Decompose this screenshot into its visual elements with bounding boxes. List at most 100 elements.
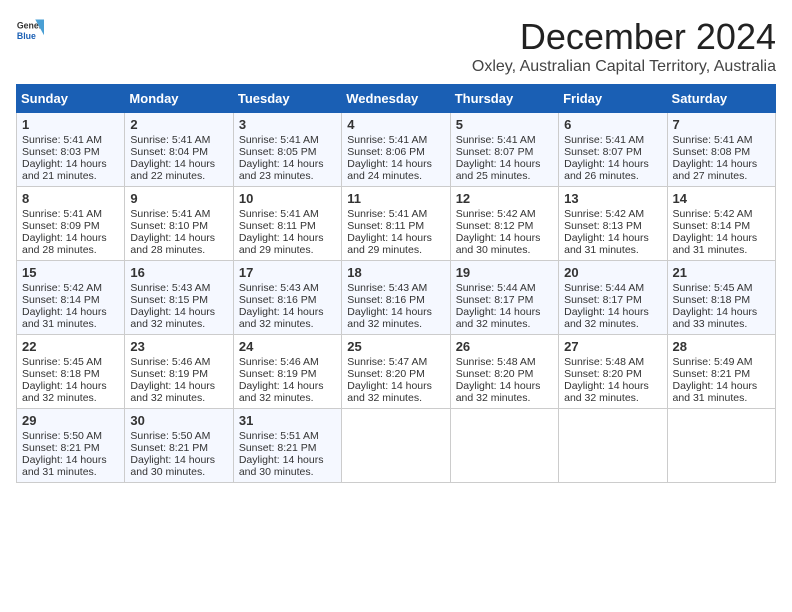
daylight-label: Daylight: 14 hours and 32 minutes.	[347, 380, 432, 404]
sunset-label: Sunset: 8:06 PM	[347, 146, 425, 158]
day-number: 2	[130, 117, 227, 132]
day-number: 10	[239, 191, 336, 206]
daylight-label: Daylight: 14 hours and 33 minutes.	[673, 306, 758, 330]
calendar-cell: 25 Sunrise: 5:47 AM Sunset: 8:20 PM Dayl…	[342, 335, 450, 409]
calendar-cell: 29 Sunrise: 5:50 AM Sunset: 8:21 PM Dayl…	[17, 409, 125, 483]
sunrise-label: Sunrise: 5:43 AM	[347, 282, 427, 294]
calendar-week-row: 22 Sunrise: 5:45 AM Sunset: 8:18 PM Dayl…	[17, 335, 776, 409]
sunset-label: Sunset: 8:17 PM	[564, 294, 642, 306]
calendar-week-row: 1 Sunrise: 5:41 AM Sunset: 8:03 PM Dayli…	[17, 113, 776, 187]
sunset-label: Sunset: 8:21 PM	[130, 442, 208, 454]
sunset-label: Sunset: 8:18 PM	[673, 294, 751, 306]
calendar-week-row: 15 Sunrise: 5:42 AM Sunset: 8:14 PM Dayl…	[17, 261, 776, 335]
day-number: 20	[564, 265, 661, 280]
sunset-label: Sunset: 8:07 PM	[564, 146, 642, 158]
daylight-label: Daylight: 14 hours and 28 minutes.	[22, 232, 107, 256]
daylight-label: Daylight: 14 hours and 28 minutes.	[130, 232, 215, 256]
sunset-label: Sunset: 8:21 PM	[22, 442, 100, 454]
day-number: 16	[130, 265, 227, 280]
sunset-label: Sunset: 8:21 PM	[239, 442, 317, 454]
calendar-cell	[559, 409, 667, 483]
day-number: 21	[673, 265, 770, 280]
daylight-label: Daylight: 14 hours and 31 minutes.	[22, 306, 107, 330]
calendar-cell: 17 Sunrise: 5:43 AM Sunset: 8:16 PM Dayl…	[233, 261, 341, 335]
sunrise-label: Sunrise: 5:46 AM	[130, 356, 210, 368]
logo-icon: General Blue	[16, 16, 44, 44]
calendar-cell: 27 Sunrise: 5:48 AM Sunset: 8:20 PM Dayl…	[559, 335, 667, 409]
sunset-label: Sunset: 8:16 PM	[239, 294, 317, 306]
page-title: December 2024	[472, 16, 776, 58]
sunrise-label: Sunrise: 5:42 AM	[673, 208, 753, 220]
sunset-label: Sunset: 8:19 PM	[239, 368, 317, 380]
sunset-label: Sunset: 8:17 PM	[456, 294, 534, 306]
sunset-label: Sunset: 8:05 PM	[239, 146, 317, 158]
daylight-label: Daylight: 14 hours and 32 minutes.	[564, 306, 649, 330]
daylight-label: Daylight: 14 hours and 31 minutes.	[673, 380, 758, 404]
daylight-label: Daylight: 14 hours and 32 minutes.	[22, 380, 107, 404]
daylight-label: Daylight: 14 hours and 21 minutes.	[22, 158, 107, 182]
sunset-label: Sunset: 8:14 PM	[22, 294, 100, 306]
calendar-week-row: 8 Sunrise: 5:41 AM Sunset: 8:09 PM Dayli…	[17, 187, 776, 261]
daylight-label: Daylight: 14 hours and 32 minutes.	[456, 306, 541, 330]
daylight-label: Daylight: 14 hours and 26 minutes.	[564, 158, 649, 182]
day-number: 13	[564, 191, 661, 206]
calendar-cell: 2 Sunrise: 5:41 AM Sunset: 8:04 PM Dayli…	[125, 113, 233, 187]
day-number: 5	[456, 117, 553, 132]
day-number: 8	[22, 191, 119, 206]
calendar-cell	[667, 409, 775, 483]
day-number: 7	[673, 117, 770, 132]
day-number: 11	[347, 191, 444, 206]
sunset-label: Sunset: 8:21 PM	[673, 368, 751, 380]
calendar-cell: 28 Sunrise: 5:49 AM Sunset: 8:21 PM Dayl…	[667, 335, 775, 409]
daylight-label: Daylight: 14 hours and 29 minutes.	[347, 232, 432, 256]
calendar-cell: 11 Sunrise: 5:41 AM Sunset: 8:11 PM Dayl…	[342, 187, 450, 261]
daylight-label: Daylight: 14 hours and 32 minutes.	[347, 306, 432, 330]
daylight-label: Daylight: 14 hours and 31 minutes.	[22, 454, 107, 478]
sunset-label: Sunset: 8:09 PM	[22, 220, 100, 232]
daylight-label: Daylight: 14 hours and 32 minutes.	[239, 306, 324, 330]
daylight-label: Daylight: 14 hours and 32 minutes.	[564, 380, 649, 404]
sunset-label: Sunset: 8:11 PM	[239, 220, 316, 232]
col-saturday: Saturday	[667, 85, 775, 113]
sunset-label: Sunset: 8:10 PM	[130, 220, 208, 232]
day-number: 28	[673, 339, 770, 354]
sunrise-label: Sunrise: 5:41 AM	[130, 208, 210, 220]
calendar-cell: 6 Sunrise: 5:41 AM Sunset: 8:07 PM Dayli…	[559, 113, 667, 187]
calendar-cell: 26 Sunrise: 5:48 AM Sunset: 8:20 PM Dayl…	[450, 335, 558, 409]
calendar-cell: 5 Sunrise: 5:41 AM Sunset: 8:07 PM Dayli…	[450, 113, 558, 187]
sunrise-label: Sunrise: 5:50 AM	[22, 430, 102, 442]
calendar-cell: 9 Sunrise: 5:41 AM Sunset: 8:10 PM Dayli…	[125, 187, 233, 261]
daylight-label: Daylight: 14 hours and 22 minutes.	[130, 158, 215, 182]
col-thursday: Thursday	[450, 85, 558, 113]
sunrise-label: Sunrise: 5:41 AM	[673, 134, 753, 146]
daylight-label: Daylight: 14 hours and 32 minutes.	[239, 380, 324, 404]
sunrise-label: Sunrise: 5:45 AM	[673, 282, 753, 294]
sunset-label: Sunset: 8:07 PM	[456, 146, 534, 158]
sunrise-label: Sunrise: 5:42 AM	[22, 282, 102, 294]
calendar-cell: 30 Sunrise: 5:50 AM Sunset: 8:21 PM Dayl…	[125, 409, 233, 483]
col-monday: Monday	[125, 85, 233, 113]
day-number: 3	[239, 117, 336, 132]
sunrise-label: Sunrise: 5:47 AM	[347, 356, 427, 368]
day-number: 24	[239, 339, 336, 354]
svg-text:Blue: Blue	[17, 31, 36, 41]
calendar-cell: 21 Sunrise: 5:45 AM Sunset: 8:18 PM Dayl…	[667, 261, 775, 335]
col-sunday: Sunday	[17, 85, 125, 113]
day-number: 31	[239, 413, 336, 428]
sunrise-label: Sunrise: 5:51 AM	[239, 430, 319, 442]
day-number: 9	[130, 191, 227, 206]
sunset-label: Sunset: 8:13 PM	[564, 220, 642, 232]
sunset-label: Sunset: 8:14 PM	[673, 220, 751, 232]
day-number: 15	[22, 265, 119, 280]
sunset-label: Sunset: 8:16 PM	[347, 294, 425, 306]
calendar-week-row: 29 Sunrise: 5:50 AM Sunset: 8:21 PM Dayl…	[17, 409, 776, 483]
sunrise-label: Sunrise: 5:41 AM	[239, 208, 319, 220]
calendar-cell: 19 Sunrise: 5:44 AM Sunset: 8:17 PM Dayl…	[450, 261, 558, 335]
sunrise-label: Sunrise: 5:44 AM	[456, 282, 536, 294]
sunrise-label: Sunrise: 5:41 AM	[239, 134, 319, 146]
daylight-label: Daylight: 14 hours and 30 minutes.	[239, 454, 324, 478]
sunrise-label: Sunrise: 5:41 AM	[22, 208, 102, 220]
calendar-cell: 8 Sunrise: 5:41 AM Sunset: 8:09 PM Dayli…	[17, 187, 125, 261]
daylight-label: Daylight: 14 hours and 32 minutes.	[130, 306, 215, 330]
sunrise-label: Sunrise: 5:42 AM	[564, 208, 644, 220]
